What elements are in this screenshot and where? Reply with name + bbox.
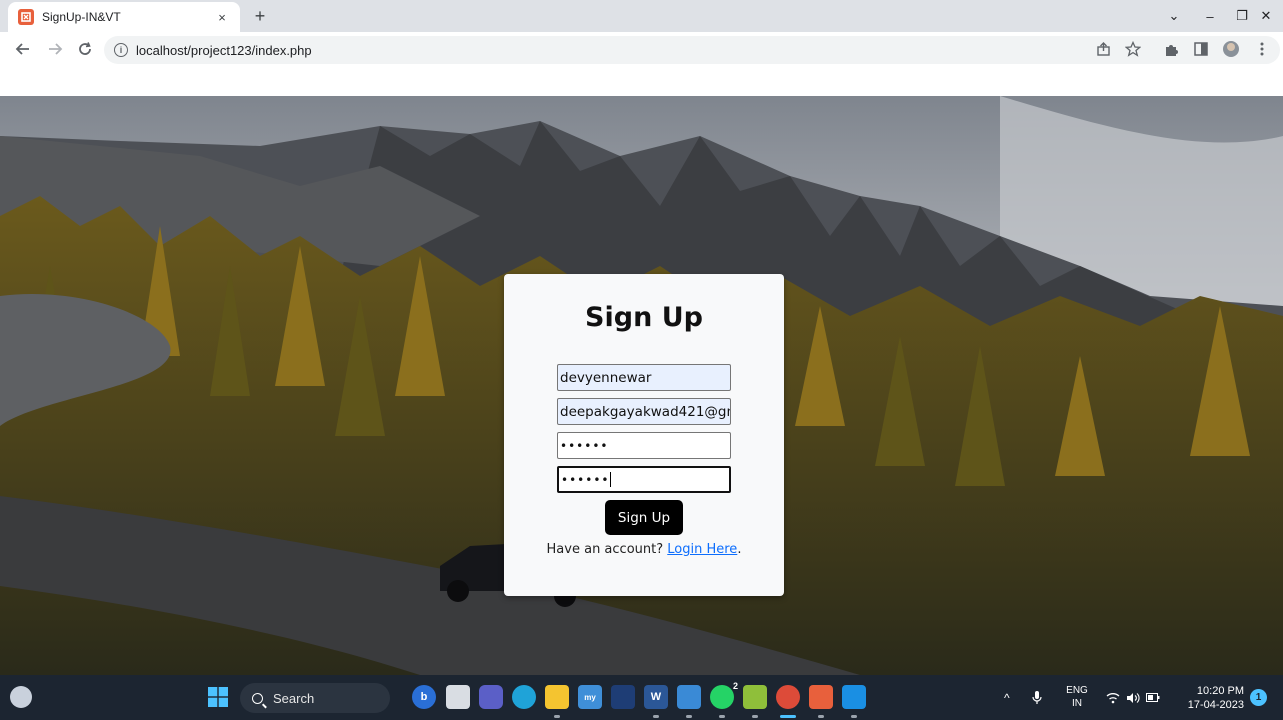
browser-toolbar: i localhost/project123/index.php	[0, 32, 1283, 66]
windows-start-icon[interactable]	[206, 685, 230, 709]
reload-icon	[79, 42, 91, 55]
mountain-road-background: Sign Up devyennewar deepakgayakwad421@gm…	[0, 96, 1283, 675]
forward-arrow-icon	[49, 43, 63, 55]
taskbar-search[interactable]: Search	[240, 683, 390, 713]
word-running-indicator	[653, 715, 659, 718]
extensions-puzzle-icon[interactable]	[1162, 40, 1180, 58]
whatsapp-running-indicator	[719, 715, 725, 718]
forward-button[interactable]	[44, 38, 66, 60]
language-indicator[interactable]: ENG IN	[1066, 684, 1088, 710]
windows-taskbar: Search b my W 2 ^ ENG IN 10:20 PM 17-04-…	[0, 675, 1283, 720]
signup-card: Sign Up devyennewar deepakgayakwad421@gm…	[504, 274, 784, 596]
confirm-password-input[interactable]: ••••••	[557, 466, 731, 493]
notepad-running-indicator	[686, 715, 692, 718]
chrome-browser-icon[interactable]	[776, 685, 800, 709]
confirm-password-value: ••••••	[561, 472, 610, 487]
tab-search-icon[interactable]: ⌄	[1160, 5, 1188, 27]
clock-date: 17-04-2023	[1187, 699, 1244, 711]
microsoft-store-icon[interactable]	[611, 685, 635, 709]
whatsapp-badge: 2	[732, 681, 738, 691]
back-arrow-icon	[15, 43, 29, 55]
prompt-period: .	[737, 542, 742, 557]
language-code: ENG	[1066, 685, 1088, 696]
site-info-icon[interactable]: i	[114, 43, 128, 57]
microphone-icon[interactable]	[1032, 675, 1042, 720]
account-prompt-text: Have an account?	[546, 542, 664, 557]
signup-button[interactable]: Sign Up	[605, 500, 683, 535]
clock-time: 10:20 PM	[1196, 685, 1244, 697]
task-view-icon[interactable]	[446, 685, 470, 709]
whatsapp-icon[interactable]: 2	[710, 681, 738, 709]
app-icon[interactable]	[743, 685, 767, 709]
vscode-running-indicator	[851, 715, 857, 718]
bing-chat-icon[interactable]: b	[412, 685, 436, 709]
taskbar-search-label: Search	[273, 690, 315, 706]
email-input[interactable]: deepakgayakwad421@gm	[557, 398, 731, 425]
wifi-icon[interactable]	[1106, 675, 1120, 720]
login-prompt: Have an account? Login Here.	[504, 542, 784, 557]
language-region: IN	[1072, 698, 1082, 709]
word-icon[interactable]: W	[644, 685, 668, 709]
teams-chat-icon[interactable]	[479, 685, 503, 709]
new-tab-button[interactable]: +	[248, 5, 272, 27]
chrome-active-indicator	[780, 715, 796, 718]
edge-browser-icon[interactable]	[512, 685, 536, 709]
system-clock[interactable]: 10:20 PM 17-04-2023	[1180, 684, 1244, 712]
file-explorer-icon[interactable]	[545, 685, 569, 709]
xampp-icon[interactable]	[809, 685, 833, 709]
search-icon	[252, 692, 263, 704]
tab-close-icon[interactable]: ×	[214, 10, 230, 25]
app-running-indicator	[752, 715, 758, 718]
battery-icon[interactable]	[1146, 675, 1160, 720]
username-input[interactable]: devyennewar	[557, 364, 731, 391]
page-viewport: Sign Up devyennewar deepakgayakwad421@gm…	[0, 66, 1283, 675]
mysql-workbench-icon[interactable]: my	[578, 685, 602, 709]
text-caret	[610, 472, 612, 487]
password-input[interactable]: ••••••	[557, 432, 731, 459]
tab-title: SignUp-IN&VT	[42, 10, 121, 24]
back-button[interactable]	[12, 38, 34, 60]
close-window-button[interactable]: ✕	[1252, 5, 1280, 27]
profile-avatar[interactable]	[1223, 41, 1239, 57]
explorer-running-indicator	[554, 715, 560, 718]
login-link[interactable]: Login Here	[667, 542, 737, 557]
share-icon[interactable]	[1094, 40, 1112, 58]
notification-badge[interactable]: 1	[1250, 689, 1267, 706]
side-panel-icon[interactable]	[1192, 40, 1210, 58]
volume-icon[interactable]	[1126, 675, 1140, 720]
show-hidden-icons-icon[interactable]: ^	[1004, 675, 1010, 720]
site-favicon-icon	[18, 9, 34, 25]
browser-tab-strip: SignUp-IN&VT × + ⌄ – ❐ ✕	[0, 0, 1283, 32]
reload-button[interactable]	[74, 38, 96, 60]
widgets-weather-icon[interactable]	[10, 686, 32, 708]
browser-menu-icon[interactable]	[1253, 40, 1271, 58]
vscode-icon[interactable]	[842, 685, 866, 709]
notepad-icon[interactable]	[677, 685, 701, 709]
xampp-running-indicator	[818, 715, 824, 718]
browser-tab[interactable]: SignUp-IN&VT ×	[8, 2, 240, 32]
bookmark-star-icon[interactable]	[1124, 40, 1142, 58]
signup-title: Sign Up	[585, 302, 703, 333]
minimize-button[interactable]: –	[1196, 5, 1224, 27]
